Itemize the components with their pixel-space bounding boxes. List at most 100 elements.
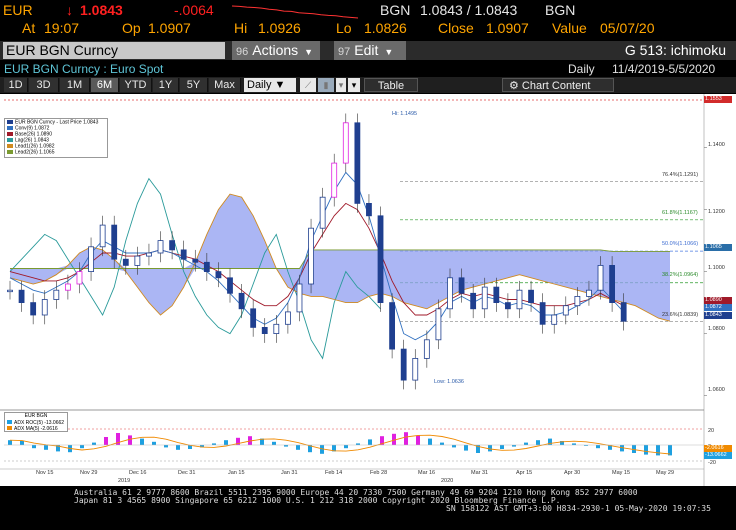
price-candle [620, 302, 627, 322]
price-candle [41, 299, 48, 316]
last-price: 1.0843 [80, 2, 123, 18]
close-price: 1.0907 [486, 20, 529, 36]
price-candle [412, 357, 419, 381]
price-candle [574, 295, 581, 307]
actions-menu[interactable]: 96 Actions ▼ [232, 41, 320, 60]
price-candle [296, 283, 303, 313]
price-candle [273, 323, 280, 335]
price-candle [64, 283, 71, 291]
x-tick-label: Dec 16 [129, 470, 147, 476]
period-max[interactable]: Max [209, 78, 241, 92]
x-tick-label: Dec 31 [178, 470, 196, 476]
price-candle [435, 308, 442, 341]
roc-bar [152, 441, 156, 445]
chevron-down-icon: ▼ [304, 47, 314, 57]
price-candle [562, 305, 569, 316]
chart-area[interactable]: EUR BGN Curncy - Last Price 1.0843 Conv(… [0, 94, 736, 486]
open-price: 1.0907 [148, 20, 191, 36]
ichimoku-chart[interactable] [0, 94, 736, 486]
roc-bar [344, 445, 348, 449]
period-1m[interactable]: 1M [60, 78, 90, 92]
legend-swatch [7, 137, 13, 142]
high-price: 1.0926 [258, 20, 301, 36]
price-candle [354, 122, 361, 204]
legend-swatch [7, 426, 12, 430]
price-candle [215, 271, 222, 279]
function-name: G 513: ichimoku [624, 42, 726, 58]
fib-label: 61.8%(1.1167) [662, 210, 698, 216]
security-description: EUR BGN Curncy : Euro Spot [4, 62, 164, 76]
price-candle [134, 255, 141, 266]
footer-line-3: SN 158122 AST GMT+3:00 H834-2930-1 05-Ma… [446, 504, 711, 513]
ticker-field[interactable]: EUR BGN Curncy [3, 42, 225, 59]
chart-legend: EUR BGN Curncy - Last Price 1.0843 Conv(… [4, 118, 108, 158]
price-candle [169, 240, 176, 251]
price-candle [458, 277, 465, 294]
legend-swatch [7, 419, 12, 424]
roc-bar [416, 435, 420, 445]
legend-swatch [7, 120, 13, 124]
price-tag: 1.1553 [704, 96, 732, 103]
ticker-symbol: EUR [3, 2, 33, 18]
period-1d[interactable]: 1D [4, 78, 28, 92]
price-tag: 1.0872 [704, 304, 732, 311]
chart-content-icon: ⚙ [509, 80, 522, 92]
bid-ask: 1.0843 / 1.0843 [420, 2, 518, 18]
quote-time: 19:07 [44, 20, 80, 36]
price-candle [389, 302, 396, 350]
chevron-down-icon[interactable]: ▾ [348, 78, 360, 92]
x-tick-label: Feb 14 [325, 470, 343, 476]
period-1y[interactable]: 1Y [153, 78, 179, 92]
roc-bar [8, 440, 12, 445]
roc-bar [20, 441, 24, 445]
price-candle [551, 314, 558, 325]
low-annotation: Low: 1.0636 [434, 379, 464, 385]
chevron-down-icon: ▼ [384, 47, 394, 57]
price-candle [30, 302, 37, 316]
chart-subtitle: EUR BGN Curncy : Euro Spot Daily 11/4/20… [0, 62, 736, 76]
roc-bar [488, 445, 492, 452]
price-candle [18, 289, 25, 303]
price-candle [227, 277, 233, 294]
x-tick-label: Mar 31 [471, 470, 489, 476]
period-ytd[interactable]: YTD [120, 78, 152, 92]
roc-bar [368, 439, 372, 445]
chart-type-dropdown[interactable]: ▾ [336, 78, 346, 92]
year-label: 2019 [118, 478, 131, 484]
price-candle [586, 289, 592, 297]
legend-swatch [7, 125, 13, 130]
table-button[interactable]: Table [364, 78, 418, 92]
frequency-label: Daily [568, 62, 595, 76]
candle-chart-icon[interactable]: ▮ [318, 78, 334, 92]
quote-stats: ! At 19:07 Op 1.0907 Hi 1.0926 Lo 1.0826… [0, 20, 736, 58]
roc-bar [440, 442, 444, 445]
year-label: 2020 [441, 478, 454, 484]
chart-content-label: Chart Content [521, 80, 591, 92]
edit-number: 97 [338, 46, 351, 58]
intraday-sparkline [232, 5, 359, 19]
line-chart-icon[interactable]: ⟋ [300, 78, 316, 92]
ichimoku-cloud [10, 194, 670, 322]
chart-content-button[interactable]: ⚙ Chart Content [502, 78, 614, 92]
period-6m[interactable]: 6M [91, 78, 119, 92]
toolbar: EUR BGN Curncy 96 Actions ▼ 97 Edit ▼ G 513:… [0, 41, 736, 60]
roc-bar [524, 442, 528, 445]
price-candle [539, 302, 546, 325]
price-tag: 1.0843 [704, 312, 732, 319]
price-candle [366, 203, 372, 217]
x-tick-label: Nov 15 [36, 470, 54, 476]
price-candle [88, 246, 94, 273]
x-tick-label: May 15 [612, 470, 631, 476]
frequency-select[interactable]: Daily ▼ [244, 78, 296, 92]
roc-bar [92, 442, 96, 445]
price-candle [319, 196, 326, 229]
period-5y[interactable]: 5Y [180, 78, 208, 92]
roc-bar [140, 438, 144, 445]
price-candle [180, 249, 187, 260]
period-3d[interactable]: 3D [29, 78, 59, 92]
x-tick-label: Nov 29 [80, 470, 98, 476]
edit-menu[interactable]: 97 Edit ▼ [334, 41, 406, 60]
bid-currency: BGN [380, 2, 411, 18]
roc-bar [404, 432, 408, 445]
indicator-ma-row: ADX MA(5) -2.0616 [7, 426, 65, 433]
